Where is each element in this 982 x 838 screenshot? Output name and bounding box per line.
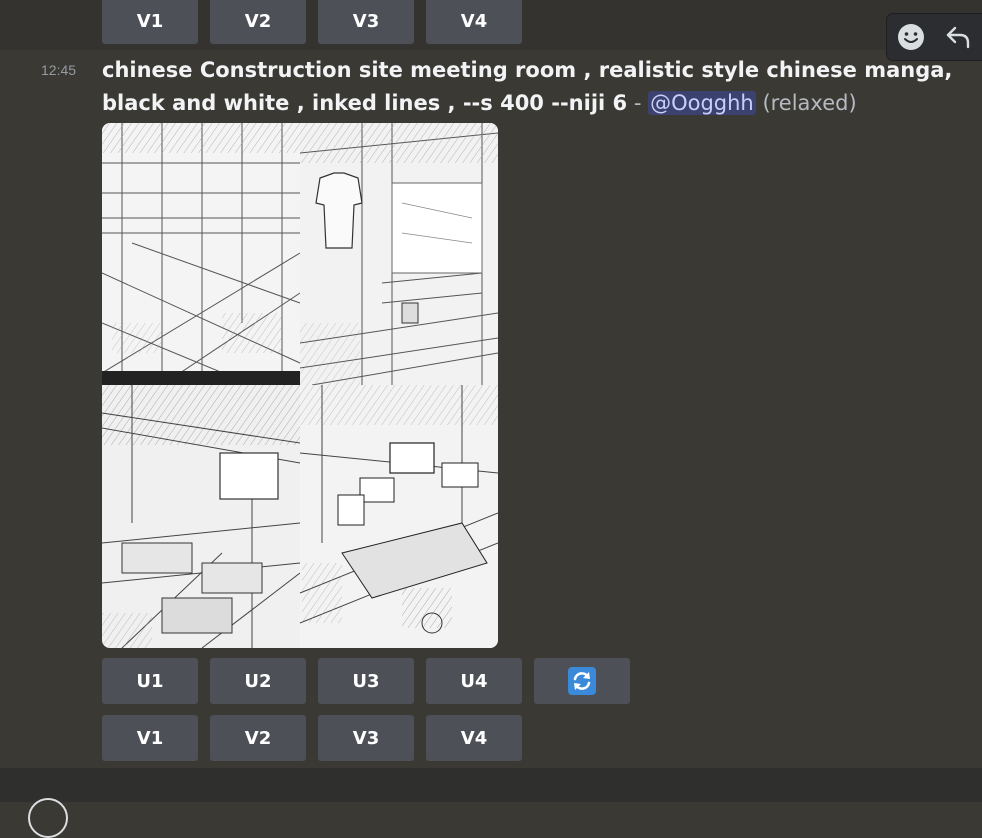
- reply-arrow-icon: [947, 26, 970, 49]
- separator-text: -: [627, 91, 649, 115]
- prev-v3-button[interactable]: V3: [318, 0, 414, 44]
- manga-workshop-shirt-image: [299, 123, 498, 386]
- emoji-smile-icon: [897, 24, 924, 50]
- message-timestamp: 12:45: [41, 62, 77, 78]
- mode-text: (relaxed): [762, 91, 857, 115]
- prev-v2-button[interactable]: V2: [210, 0, 306, 44]
- previous-variation-buttons: V1 V2 V3 V4: [102, 0, 522, 44]
- u2-button[interactable]: U2: [210, 658, 306, 704]
- message-content: chinese Construction site meeting room ,…: [102, 54, 982, 120]
- variation-buttons: V1 V2 V3 V4: [102, 715, 522, 761]
- manga-meeting-room-image: [102, 385, 301, 648]
- upscale-buttons: U1 U2 U3 U4: [102, 658, 630, 704]
- v3-button[interactable]: V3: [318, 715, 414, 761]
- manga-construction-hall-image: [102, 123, 301, 386]
- refresh-icon: [568, 667, 596, 695]
- u4-button[interactable]: U4: [426, 658, 522, 704]
- manga-office-desks-image: [299, 385, 498, 648]
- u1-button[interactable]: U1: [102, 658, 198, 704]
- prev-v4-button[interactable]: V4: [426, 0, 522, 44]
- u3-button[interactable]: U3: [318, 658, 414, 704]
- reroll-button[interactable]: [534, 658, 630, 704]
- user-mention[interactable]: @Oogghh: [648, 91, 756, 115]
- prev-v1-button[interactable]: V1: [102, 0, 198, 44]
- next-avatar: [28, 798, 68, 838]
- add-reaction-button[interactable]: [893, 19, 929, 55]
- v4-button[interactable]: V4: [426, 715, 522, 761]
- v2-button[interactable]: V2: [210, 715, 306, 761]
- v1-button[interactable]: V1: [102, 715, 198, 761]
- next-message-divider: [0, 768, 982, 838]
- image-grid[interactable]: [102, 123, 498, 648]
- reply-button[interactable]: [940, 19, 976, 55]
